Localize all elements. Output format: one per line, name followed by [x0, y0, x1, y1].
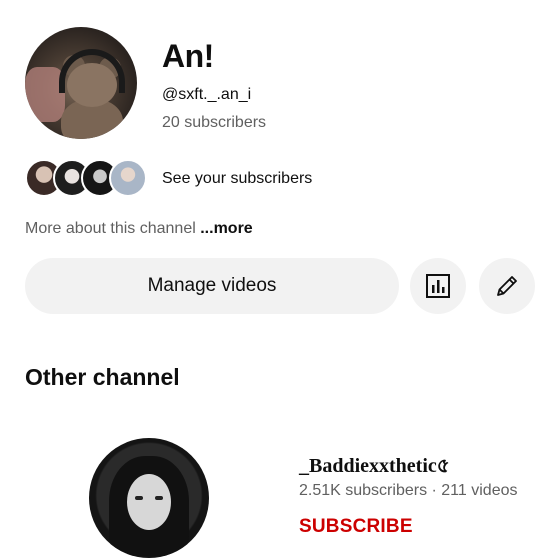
subscriber-avatar [109, 159, 147, 197]
channel-avatar[interactable] [25, 27, 137, 139]
edit-channel-button[interactable] [479, 258, 535, 314]
other-channel-title: Other channel [25, 364, 180, 390]
see-subscribers-link[interactable]: See your subscribers [162, 170, 312, 188]
analytics-icon [426, 274, 450, 298]
subscriber-count: 20 subscribers [162, 114, 267, 131]
avatar-eye [135, 496, 143, 500]
manage-videos-label: Manage videos [147, 275, 277, 296]
pencil-icon [497, 276, 517, 296]
subscriber-avatars[interactable] [25, 159, 149, 197]
channel-description[interactable]: More about this channel ...more [25, 220, 253, 238]
other-channel-avatar[interactable] [89, 438, 209, 558]
about-text: More about this channel [25, 220, 196, 237]
manage-videos-button[interactable]: Manage videos [25, 258, 399, 314]
more-link[interactable]: ...more [200, 220, 252, 237]
avatar-face [127, 474, 171, 530]
avatar-eye [155, 496, 163, 500]
channel-name: An! [162, 38, 214, 74]
subscribe-button[interactable]: SUBSCRIBE [299, 516, 413, 538]
analytics-button[interactable] [410, 258, 466, 314]
other-channel-name[interactable]: _Baddiexxthetic৫ [299, 451, 450, 484]
channel-handle: @sxft._.an_i [162, 86, 252, 103]
other-channel-meta: 2.51K subscribers · 211 videos [299, 482, 518, 499]
